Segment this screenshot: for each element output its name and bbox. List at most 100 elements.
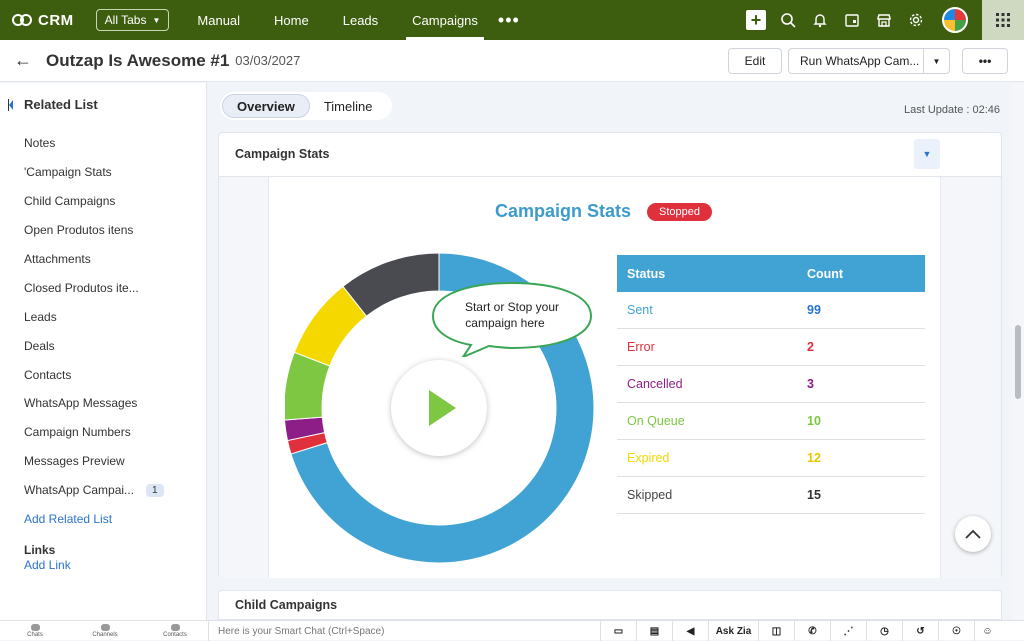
record-header: ← Outzap Is Awesome #1 03/03/2027 Edit R… (0, 40, 1024, 82)
call-icon[interactable]: ✆ (794, 621, 830, 641)
status-cell: Error (617, 328, 797, 367)
notifications-button[interactable] (804, 0, 836, 40)
feedback-icon[interactable]: ☺ (974, 621, 1000, 641)
search-button[interactable] (772, 0, 804, 40)
tab-leads[interactable]: Leads (337, 0, 384, 40)
smart-icon[interactable]: ◫ (758, 621, 794, 641)
view-tabs: Overview Timeline (220, 92, 392, 120)
smart-chat-input[interactable]: Here is your Smart Chat (Ctrl+Space) (208, 621, 602, 641)
alarm-icon[interactable]: ◷ (866, 621, 902, 641)
tooltip-line-2: campaign here (465, 316, 545, 330)
contacts-label: Contacts (163, 631, 187, 638)
record-title: Outzap Is Awesome #1 (46, 50, 230, 70)
tab-overview[interactable]: Overview (222, 94, 310, 118)
sidebar-item-messages-preview[interactable]: Messages Preview (24, 447, 164, 476)
page-scrollbar-thumb[interactable] (1015, 325, 1021, 399)
sidebar-item-label: Notes (24, 136, 56, 151)
chats-label: Chats (27, 631, 43, 638)
sidebar-item-campaign-stats[interactable]: 'Campaign Stats (24, 158, 164, 187)
sidebar-item-whatsapp-messages[interactable]: WhatsApp Messages (24, 389, 164, 418)
add-link-link[interactable]: Add Link (24, 558, 71, 572)
caret-down-icon: ▼ (922, 149, 932, 159)
run-dropdown-chevron-icon[interactable]: ▼ (923, 49, 949, 73)
sidebar-item-open-produtos-itens[interactable]: Open Produtos itens (24, 216, 164, 245)
count-cell: 15 (797, 476, 925, 514)
screen-share-icon[interactable]: ▭ (600, 621, 636, 641)
notes-icon[interactable]: ▤ (636, 621, 672, 641)
widget-title: Campaign Stats (495, 201, 632, 221)
tab-leads-label: Leads (342, 12, 379, 28)
record-date: 03/03/2027 (235, 53, 301, 68)
sidebar-item-closed-produtos-itens[interactable]: Closed Produtos ite... (24, 273, 164, 302)
chevron-down-icon: ▼ (152, 15, 161, 25)
zia-icon[interactable]: ⋰ (830, 621, 866, 641)
edit-button[interactable]: Edit (728, 48, 782, 74)
status-badge: Stopped (647, 203, 712, 221)
announcement-icon[interactable]: ◀ (672, 621, 708, 641)
calendar-button[interactable] (836, 0, 868, 40)
child-campaigns-title: Child Campaigns (235, 598, 338, 612)
sidebar-item-campaign-numbers[interactable]: Campaign Numbers (24, 418, 164, 447)
back-arrow-icon[interactable]: ← (14, 50, 32, 71)
bottom-tools: ▭ ▤ ◀ Ask Zia ◫ ✆ ⋰ ◷ ↺ ☉ ☺ (600, 621, 1000, 641)
sidebar-item-whatsapp-campaigns[interactable]: WhatsApp Campai... 1 (24, 476, 164, 505)
chat-icon (30, 623, 40, 631)
related-list-heading: Related List (8, 97, 98, 112)
history-icon[interactable]: ↺ (902, 621, 938, 641)
sidebar-item-attachments[interactable]: Attachments (24, 245, 164, 274)
channels-button[interactable]: Channels (70, 623, 140, 638)
more-actions-button[interactable]: ••• (962, 48, 1008, 74)
contacts-button[interactable]: Contacts (140, 623, 210, 638)
sidebar-item-label: 'Campaign Stats (24, 165, 112, 180)
tab-timeline[interactable]: Timeline (310, 94, 387, 118)
more-tabs-icon[interactable]: ••• (498, 10, 520, 31)
sidebar-item-label: Leads (24, 309, 57, 324)
collapse-sidebar-icon[interactable] (8, 98, 14, 111)
sidebar-item-label: Child Campaigns (24, 194, 116, 209)
table-row: Sent 99 (617, 292, 925, 330)
count-cell: 2 (797, 328, 925, 367)
sidebar-item-leads[interactable]: Leads (24, 302, 164, 331)
accessibility-icon[interactable]: ☉ (938, 621, 974, 641)
related-list-title: Related List (24, 97, 98, 112)
tab-home-label: Home (274, 12, 309, 28)
sidebar-item-child-campaigns[interactable]: Child Campaigns (24, 187, 164, 216)
user-avatar[interactable] (942, 7, 968, 33)
chats-button[interactable]: Chats (0, 623, 70, 638)
all-tabs-label: All Tabs (104, 13, 147, 27)
table-row: Expired 12 (617, 439, 925, 477)
tooltip-line-1: Start or Stop your (465, 300, 559, 314)
tab-home[interactable]: Home (268, 0, 315, 40)
status-count-table: Status Count Sent 99 Error 2 Cancelled 3 On Qu… (617, 255, 925, 514)
count-column-header: Count (797, 255, 925, 292)
scroll-to-top-button[interactable] (955, 516, 991, 552)
sidebar-item-label: Campaign Numbers (24, 425, 131, 440)
card-collapse-button[interactable]: ▼ (914, 139, 940, 169)
tab-manual-label: Manual (197, 12, 241, 28)
create-new-button[interactable]: + (740, 0, 772, 40)
grid-icon (996, 13, 1010, 27)
campaign-stats-widget: Campaign Stats Stopped Start or Stop you… (268, 177, 941, 578)
ask-zia-button[interactable]: Ask Zia (708, 621, 758, 641)
crm-logo[interactable]: CRM (12, 12, 74, 29)
sidebar-item-label: Messages Preview (24, 454, 125, 469)
tab-manual[interactable]: Manual (191, 0, 246, 40)
count-cell: 3 (797, 365, 925, 404)
tab-campaigns[interactable]: Campaigns (406, 0, 484, 40)
sidebar-item-contacts[interactable]: Contacts (24, 360, 164, 389)
sidebar-item-deals[interactable]: Deals (24, 331, 164, 360)
add-related-list-link[interactable]: Add Related List (24, 505, 164, 534)
sidebar-item-label: Attachments (24, 252, 91, 266)
apps-menu-button[interactable] (982, 0, 1024, 40)
sidebar-item-notes[interactable]: Notes (24, 129, 164, 158)
sidebar-item-label: Open Produtos itens (24, 223, 134, 238)
settings-button[interactable] (900, 0, 932, 40)
run-whatsapp-campaign-button[interactable]: Run WhatsApp Cam... ▼ (788, 48, 950, 74)
status-cell: Expired (617, 439, 797, 477)
gear-icon (909, 13, 923, 27)
marketplace-button[interactable] (868, 0, 900, 40)
page-scrollbar[interactable] (1012, 83, 1024, 620)
sidebar-item-label: WhatsApp Campai... (24, 483, 135, 498)
bell-icon (813, 14, 827, 28)
all-tabs-dropdown[interactable]: All Tabs ▼ (95, 9, 170, 31)
